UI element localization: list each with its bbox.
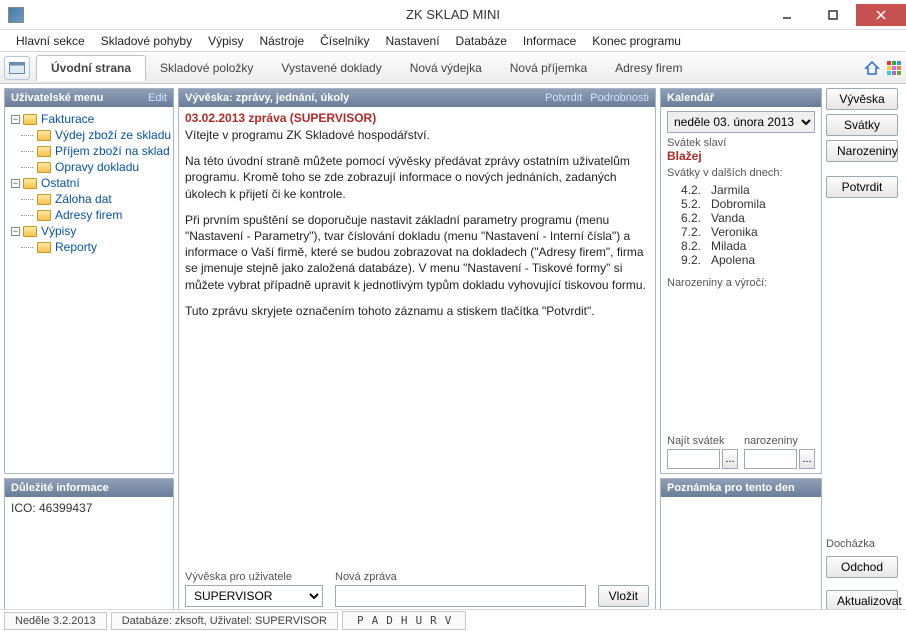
- menubar: Hlavní sekce Skladové pohyby Výpisy Nást…: [0, 30, 906, 52]
- find-birthday-label: narozeniny: [744, 435, 815, 447]
- titlebar: ZK SKLAD MINI: [0, 0, 906, 30]
- side-btn-narozeniny[interactable]: Narozeniny: [826, 140, 898, 162]
- tree-node-fakturace[interactable]: −Fakturace: [11, 111, 167, 127]
- tab-nova-vydejka[interactable]: Nová výdejka: [396, 56, 496, 80]
- menu-informace[interactable]: Informace: [515, 31, 584, 51]
- menu-hlavni-sekce[interactable]: Hlavní sekce: [8, 31, 93, 51]
- menu-nastroje[interactable]: Nástroje: [251, 31, 312, 51]
- side-buttons: Vývěska Svátky Narozeniny Potvrdit Dochá…: [826, 88, 902, 612]
- tab-vystavene-doklady[interactable]: Vystavené doklady: [267, 56, 395, 80]
- tree-node-vypisy[interactable]: −Výpisy: [11, 223, 167, 239]
- tree-item-reporty[interactable]: Reporty: [11, 239, 167, 255]
- side-btn-odchod[interactable]: Odchod: [826, 556, 898, 578]
- info-panel-title: Důležité informace: [11, 482, 109, 494]
- list-item: 6.2.Vanda: [667, 211, 815, 225]
- list-item: 8.2.Milada: [667, 239, 815, 253]
- calendar-panel: Kalendář neděle 03. února 2013 Svátek sl…: [660, 88, 822, 474]
- attendance-label: Docházka: [826, 538, 902, 550]
- status-db: Databáze: zksoft, Uživatel: SUPERVISOR: [111, 612, 338, 630]
- list-item: 9.2.Apolena: [667, 253, 815, 267]
- notice-title: 03.02.2013 zpráva (SUPERVISOR): [185, 111, 649, 125]
- tree-item-prijem-zbozi[interactable]: Příjem zboží na sklad: [11, 143, 167, 159]
- celebrates-label: Svátek slaví: [667, 137, 815, 149]
- menu-ciselniky[interactable]: Číselníky: [312, 31, 377, 51]
- toolbar: Úvodní strana Skladové položky Vystavené…: [0, 52, 906, 84]
- window-title: ZK SKLAD MINI: [0, 7, 906, 22]
- menu-databaze[interactable]: Databáze: [448, 31, 515, 51]
- tab-nova-prijemka[interactable]: Nová příjemka: [496, 56, 601, 80]
- folder-icon: [23, 178, 37, 189]
- list-item: 5.2.Dobromila: [667, 197, 815, 211]
- birthdays-label: Narozeniny a výročí:: [667, 277, 815, 289]
- notice-user-label: Vývěska pro uživatele: [185, 571, 323, 583]
- folder-icon: [23, 114, 37, 125]
- find-nameday-input[interactable]: [667, 449, 720, 469]
- notice-confirm-link[interactable]: Potvrdit: [545, 92, 582, 104]
- side-btn-potvrdit[interactable]: Potvrdit: [826, 176, 898, 198]
- notice-user-select[interactable]: SUPERVISOR: [185, 585, 323, 607]
- tree-node-ostatni[interactable]: −Ostatní: [11, 175, 167, 191]
- folder-icon: [23, 226, 37, 237]
- tree-item-adresy-firem[interactable]: Adresy firem: [11, 207, 167, 223]
- menu-vypisy[interactable]: Výpisy: [200, 31, 251, 51]
- folder-icon: [37, 242, 51, 253]
- tree-item-opravy-dokladu[interactable]: Opravy dokladu: [11, 159, 167, 175]
- side-btn-vyveska[interactable]: Vývěska: [826, 88, 898, 110]
- notice-panel: Vývěska: zprávy, jednání, úkoly Potvrdit…: [178, 88, 656, 612]
- calendar-date-select[interactable]: neděle 03. února 2013: [667, 111, 815, 133]
- list-item: 7.2.Veronika: [667, 225, 815, 239]
- find-birthday-input[interactable]: [744, 449, 797, 469]
- tree-item-vydej-zbozi[interactable]: Výdej zboží ze skladu: [11, 127, 167, 143]
- list-item: 4.2.Jarmila: [667, 183, 815, 197]
- new-message-input[interactable]: [335, 585, 586, 607]
- folder-icon: [37, 210, 51, 221]
- notice-details-link[interactable]: Podrobnosti: [590, 92, 649, 104]
- celebrates-name: Blažej: [667, 149, 815, 163]
- user-menu-panel: Uživatelské menu Edit −Fakturace Výdej z…: [4, 88, 174, 474]
- menu-nastaveni[interactable]: Nastavení: [378, 31, 448, 51]
- menu-skladove-pohyby[interactable]: Skladové pohyby: [93, 31, 200, 51]
- notice-text: Vítejte v programu ZK Skladové hospodářs…: [185, 127, 649, 329]
- status-date: Neděle 3.2.2013: [4, 612, 107, 630]
- info-text: ICO: 46399437: [11, 501, 92, 515]
- info-panel: Důležité informace ICO: 46399437: [4, 478, 174, 612]
- folder-icon: [37, 130, 51, 141]
- menu-konec-programu[interactable]: Konec programu: [584, 31, 689, 51]
- home-icon[interactable]: [864, 60, 880, 76]
- tree-item-zaloha-dat[interactable]: Záloha dat: [11, 191, 167, 207]
- find-nameday-label: Najít svátek: [667, 435, 738, 447]
- day-note-header: Poznámka pro tento den: [667, 482, 795, 494]
- folder-icon: [37, 162, 51, 173]
- notice-header: Vývěska: zprávy, jednání, úkoly: [185, 92, 349, 104]
- tab-uvodni-strana[interactable]: Úvodní strana: [36, 55, 146, 81]
- calendar-header: Kalendář: [667, 92, 714, 104]
- status-flags: PADHURV: [342, 611, 466, 630]
- day-note-panel: Poznámka pro tento den: [660, 478, 822, 612]
- user-menu-title: Uživatelské menu: [11, 92, 103, 104]
- upcoming-label: Svátky v dalších dnech:: [667, 167, 815, 179]
- upcoming-list: 4.2.Jarmila 5.2.Dobromila 6.2.Vanda 7.2.…: [667, 183, 815, 267]
- find-nameday-button[interactable]: ...: [722, 449, 738, 469]
- new-message-label: Nová zpráva: [335, 571, 586, 583]
- find-birthday-button[interactable]: ...: [799, 449, 815, 469]
- folder-icon: [37, 146, 51, 157]
- user-menu-edit-link[interactable]: Edit: [148, 92, 167, 104]
- tab-skladove-polozky[interactable]: Skladové položky: [146, 56, 267, 80]
- statusbar: Neděle 3.2.2013 Databáze: zksoft, Uživat…: [0, 609, 906, 631]
- insert-button[interactable]: Vložit: [598, 585, 649, 607]
- window-icon[interactable]: [4, 56, 30, 80]
- tab-adresy-firem[interactable]: Adresy firem: [601, 56, 696, 80]
- grid-icon[interactable]: [886, 60, 902, 76]
- side-btn-svatky[interactable]: Svátky: [826, 114, 898, 136]
- folder-icon: [37, 194, 51, 205]
